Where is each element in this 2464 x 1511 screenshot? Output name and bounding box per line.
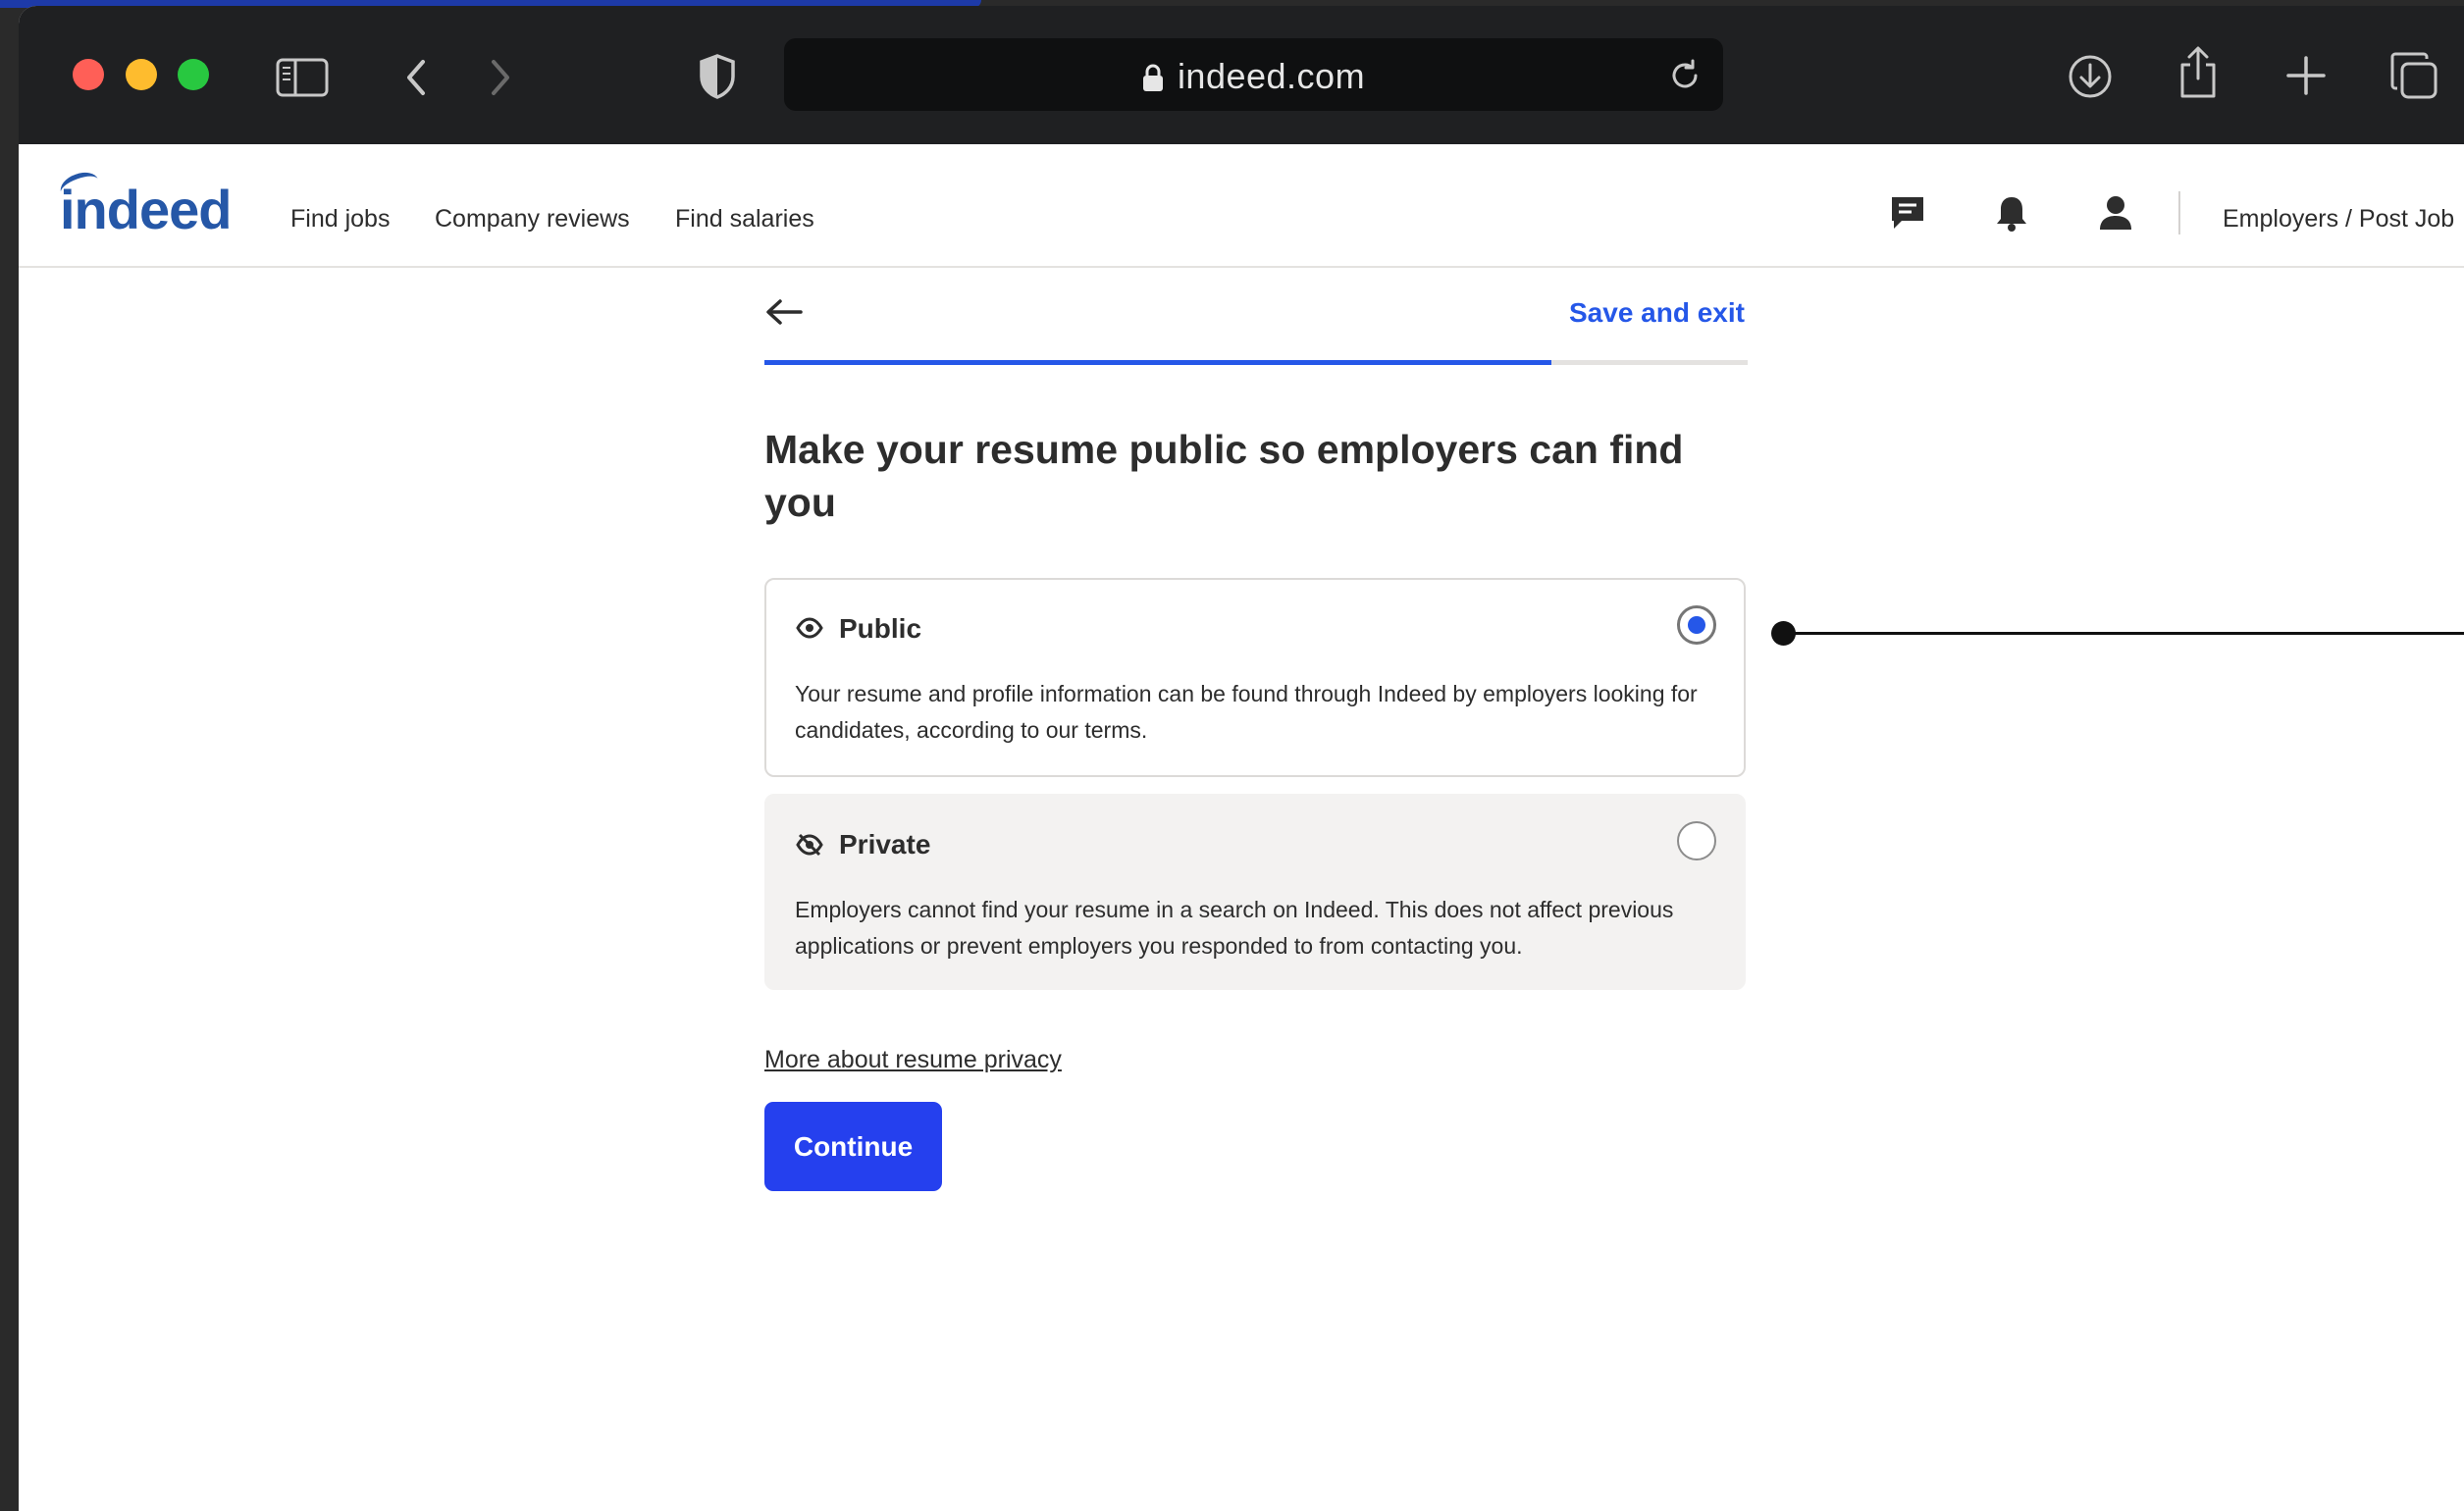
minimize-window-button[interactable] xyxy=(126,59,157,90)
close-window-button[interactable] xyxy=(73,59,104,90)
lock-icon xyxy=(1142,60,1164,101)
public-option-card[interactable]: Public Your resume and profile informati… xyxy=(764,578,1746,777)
employers-post-job-link[interactable]: Employers / Post Job xyxy=(2223,205,2454,234)
browser-toolbar: indeed.com xyxy=(19,6,2464,144)
sidebar-toggle-icon[interactable] xyxy=(276,58,329,97)
back-nav-icon[interactable] xyxy=(401,58,431,97)
public-option-label: Public xyxy=(839,613,922,644)
share-icon[interactable] xyxy=(2176,45,2220,100)
address-text-wrap: indeed.com xyxy=(784,56,1723,101)
new-tab-icon[interactable] xyxy=(2285,55,2327,96)
eye-off-icon xyxy=(796,833,823,861)
url-text: indeed.com xyxy=(1177,56,1366,96)
eye-icon xyxy=(796,617,823,644)
nav-find-jobs[interactable]: Find jobs xyxy=(290,205,390,234)
site-header: indeed Find jobs Company reviews Find sa… xyxy=(19,144,2464,268)
save-and-exit-link[interactable]: Save and exit xyxy=(1569,297,1745,329)
continue-button[interactable]: Continue xyxy=(764,1102,942,1191)
download-icon[interactable] xyxy=(2067,53,2114,100)
public-radio[interactable] xyxy=(1677,605,1716,645)
resume-privacy-link[interactable]: More about resume privacy xyxy=(764,1046,1062,1074)
annotation-pointer-line xyxy=(1785,632,2464,635)
back-arrow-icon[interactable] xyxy=(764,297,804,332)
private-option-label: Private xyxy=(839,829,931,860)
messages-icon[interactable] xyxy=(1888,193,1927,237)
account-icon[interactable] xyxy=(2097,193,2134,237)
progress-bar xyxy=(764,360,1748,365)
browser-window: indeed.com indeed Find jobs Company revi… xyxy=(19,6,2464,1511)
forward-nav-icon[interactable] xyxy=(486,58,515,97)
reload-icon[interactable] xyxy=(1667,58,1703,93)
nav-find-salaries[interactable]: Find salaries xyxy=(675,205,814,234)
page-title: Make your resume public so employers can… xyxy=(764,427,1684,525)
header-divider xyxy=(2178,191,2180,234)
private-option-description: Employers cannot find your resume in a s… xyxy=(795,897,1674,959)
radio-selected-dot xyxy=(1688,616,1705,634)
address-bar[interactable]: indeed.com xyxy=(784,38,1723,111)
indeed-logo[interactable]: indeed xyxy=(60,178,232,241)
nav-company-reviews[interactable]: Company reviews xyxy=(435,205,630,234)
private-radio[interactable] xyxy=(1677,821,1716,860)
privacy-shield-icon[interactable] xyxy=(698,53,737,100)
tab-overview-icon[interactable] xyxy=(2389,51,2438,100)
private-option-card[interactable]: Private Employers cannot find your resum… xyxy=(764,794,1746,990)
notifications-bell-icon[interactable] xyxy=(1993,193,2030,237)
zoom-window-button[interactable] xyxy=(178,59,209,90)
public-option-description: Your resume and profile information can … xyxy=(795,681,1698,743)
progress-fill xyxy=(764,360,1551,365)
